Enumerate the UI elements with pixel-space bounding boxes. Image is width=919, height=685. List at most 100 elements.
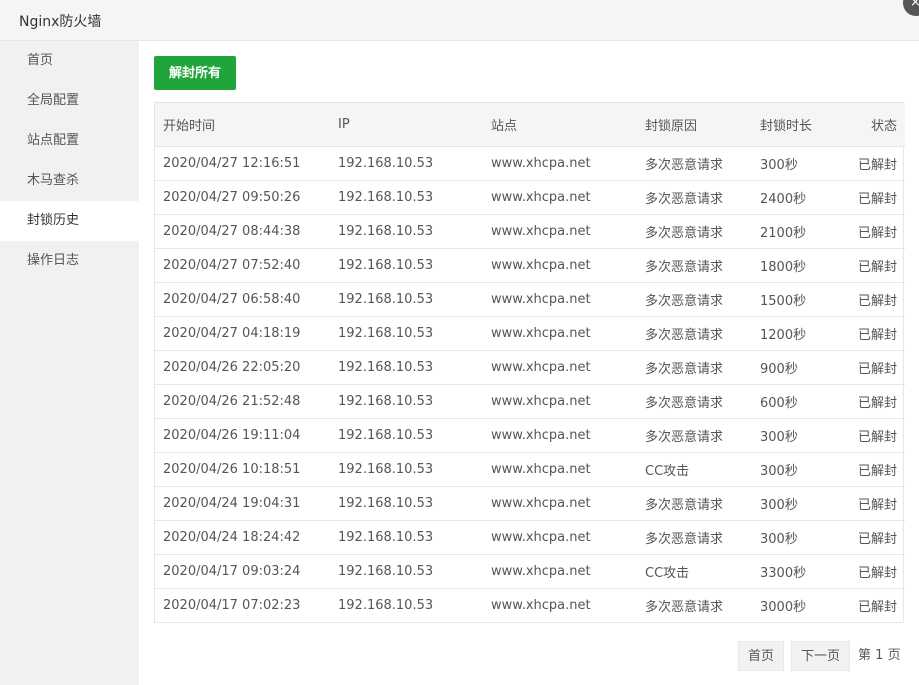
cell-status: 已解封 bbox=[857, 599, 897, 615]
cell-duration: 300秒 bbox=[760, 463, 798, 479]
cell-start-time: 2020/04/26 22:05:20 bbox=[163, 359, 301, 375]
cell-duration: 1500秒 bbox=[760, 293, 807, 309]
cell-ip: 192.168.10.53 bbox=[338, 155, 434, 171]
col-header-duration[interactable]: 封锁时长 bbox=[752, 103, 832, 146]
table-row: 2020/04/27 04:18:19 192.168.10.53 www.xhcp… bbox=[155, 316, 905, 350]
cell-status: 已解封 bbox=[857, 531, 897, 547]
cell-reason: 多次恶意请求 bbox=[645, 225, 724, 241]
table-row: 2020/04/27 06:58:40 192.168.10.53 www.xhcp… bbox=[155, 282, 905, 316]
cell-status: 已解封 bbox=[857, 191, 897, 207]
cell-status: 已解封 bbox=[857, 429, 897, 445]
block-history-table: 开始时间 IP 站点 封锁原因 封锁时长 状态 2020/04/27 12:16… bbox=[154, 102, 905, 623]
cell-start-time: 2020/04/27 07:52:40 bbox=[163, 257, 301, 273]
sidebar-item-operation-log[interactable]: 操作日志 bbox=[0, 241, 139, 281]
cell-start-time: 2020/04/24 18:24:42 bbox=[163, 529, 301, 545]
cell-status: 已解封 bbox=[857, 565, 897, 581]
table-header-row: 开始时间 IP 站点 封锁原因 封锁时长 状态 bbox=[155, 103, 905, 146]
col-header-ip[interactable]: IP bbox=[330, 103, 483, 146]
cell-ip: 192.168.10.53 bbox=[338, 325, 434, 341]
cell-reason: 多次恶意请求 bbox=[645, 191, 724, 207]
window-titlebar: Nginx防火墙 bbox=[0, 0, 919, 41]
cell-duration: 1800秒 bbox=[760, 259, 807, 275]
cell-start-time: 2020/04/26 19:11:04 bbox=[163, 427, 301, 443]
cell-ip: 192.168.10.53 bbox=[338, 495, 434, 511]
table-row: 2020/04/27 12:16:51 192.168.10.53 www.xhcp… bbox=[155, 146, 905, 180]
cell-site: www.xhcpa.net bbox=[491, 495, 591, 511]
table-row: 2020/04/17 09:03:24 192.168.10.53 www.xhcp… bbox=[155, 554, 905, 588]
main-content: 解封所有 开始时间 IP 站点 封锁原因 封锁时长 状态 2020/04/27 … bbox=[139, 41, 919, 685]
cell-duration: 2100秒 bbox=[760, 225, 807, 241]
cell-start-time: 2020/04/17 07:02:23 bbox=[163, 597, 301, 613]
cell-reason: 多次恶意请求 bbox=[645, 157, 724, 173]
cell-site: www.xhcpa.net bbox=[491, 393, 591, 409]
cell-ip: 192.168.10.53 bbox=[338, 529, 434, 545]
pager-current-page: 第 1 页 bbox=[858, 641, 901, 671]
cell-start-time: 2020/04/26 21:52:48 bbox=[163, 393, 301, 409]
table-row: 2020/04/26 19:11:04 192.168.10.53 www.xhcp… bbox=[155, 418, 905, 452]
pager-next-button[interactable]: 下一页 bbox=[791, 641, 850, 671]
pagination: 首页 下一页 第 1 页 bbox=[139, 641, 919, 671]
table-row: 2020/04/27 07:52:40 192.168.10.53 www.xhcp… bbox=[155, 248, 905, 282]
cell-site: www.xhcpa.net bbox=[491, 257, 591, 273]
cell-status: 已解封 bbox=[857, 395, 897, 411]
cell-ip: 192.168.10.53 bbox=[338, 359, 434, 375]
table-row: 2020/04/17 07:02:23 192.168.10.53 www.xhcp… bbox=[155, 588, 905, 622]
cell-reason: 多次恶意请求 bbox=[645, 429, 724, 445]
cell-start-time: 2020/04/27 12:16:51 bbox=[163, 155, 301, 171]
table-row: 2020/04/24 19:04:31 192.168.10.53 www.xhcp… bbox=[155, 486, 905, 520]
cell-site: www.xhcpa.net bbox=[491, 291, 591, 307]
cell-duration: 1200秒 bbox=[760, 327, 807, 343]
pager-page-number: 1 bbox=[875, 648, 884, 663]
col-header-status[interactable]: 状态 bbox=[832, 103, 905, 146]
cell-reason: CC攻击 bbox=[645, 565, 690, 581]
pager-prefix: 第 bbox=[858, 648, 872, 663]
cell-status: 已解封 bbox=[857, 463, 897, 479]
col-header-start-time[interactable]: 开始时间 bbox=[155, 103, 330, 146]
cell-start-time: 2020/04/27 06:58:40 bbox=[163, 291, 301, 307]
cell-ip: 192.168.10.53 bbox=[338, 393, 434, 409]
cell-reason: 多次恶意请求 bbox=[645, 361, 724, 377]
cell-duration: 300秒 bbox=[760, 497, 798, 513]
sidebar-item-trojan-scan[interactable]: 木马查杀 bbox=[0, 161, 139, 201]
table-row: 2020/04/26 22:05:20 192.168.10.53 www.xhcp… bbox=[155, 350, 905, 384]
cell-status: 已解封 bbox=[857, 157, 897, 173]
cell-start-time: 2020/04/27 08:44:38 bbox=[163, 223, 301, 239]
cell-start-time: 2020/04/27 09:50:26 bbox=[163, 189, 301, 205]
cell-ip: 192.168.10.53 bbox=[338, 189, 434, 205]
pager-first-button[interactable]: 首页 bbox=[738, 641, 784, 671]
cell-ip: 192.168.10.53 bbox=[338, 257, 434, 273]
table-row: 2020/04/24 18:24:42 192.168.10.53 www.xhcp… bbox=[155, 520, 905, 554]
cell-duration: 300秒 bbox=[760, 157, 798, 173]
unblock-all-button[interactable]: 解封所有 bbox=[154, 56, 236, 90]
cell-reason: 多次恶意请求 bbox=[645, 395, 724, 411]
col-header-site[interactable]: 站点 bbox=[483, 103, 637, 146]
cell-status: 已解封 bbox=[857, 497, 897, 513]
cell-duration: 300秒 bbox=[760, 429, 798, 445]
cell-reason: 多次恶意请求 bbox=[645, 599, 724, 615]
cell-status: 已解封 bbox=[857, 327, 897, 343]
cell-duration: 600秒 bbox=[760, 395, 798, 411]
cell-ip: 192.168.10.53 bbox=[338, 461, 434, 477]
col-header-reason[interactable]: 封锁原因 bbox=[637, 103, 752, 146]
cell-status: 已解封 bbox=[857, 225, 897, 241]
cell-start-time: 2020/04/17 09:03:24 bbox=[163, 563, 301, 579]
cell-duration: 900秒 bbox=[760, 361, 798, 377]
sidebar-item-global-config[interactable]: 全局配置 bbox=[0, 81, 139, 121]
sidebar-item-home[interactable]: 首页 bbox=[0, 41, 139, 81]
cell-site: www.xhcpa.net bbox=[491, 359, 591, 375]
cell-reason: 多次恶意请求 bbox=[645, 293, 724, 309]
cell-duration: 300秒 bbox=[760, 531, 798, 547]
cell-reason: 多次恶意请求 bbox=[645, 497, 724, 513]
table-row: 2020/04/26 10:18:51 192.168.10.53 www.xhcp… bbox=[155, 452, 905, 486]
sidebar-item-site-config[interactable]: 站点配置 bbox=[0, 121, 139, 161]
cell-reason: 多次恶意请求 bbox=[645, 531, 724, 547]
sidebar-item-block-history[interactable]: 封锁历史 bbox=[0, 201, 139, 241]
cell-site: www.xhcpa.net bbox=[491, 461, 591, 477]
cell-start-time: 2020/04/26 10:18:51 bbox=[163, 461, 301, 477]
cell-site: www.xhcpa.net bbox=[491, 223, 591, 239]
pager-suffix: 页 bbox=[887, 648, 901, 663]
cell-ip: 192.168.10.53 bbox=[338, 597, 434, 613]
cell-duration: 3300秒 bbox=[760, 565, 807, 581]
table-row: 2020/04/26 21:52:48 192.168.10.53 www.xhcp… bbox=[155, 384, 905, 418]
cell-reason: 多次恶意请求 bbox=[645, 327, 724, 343]
